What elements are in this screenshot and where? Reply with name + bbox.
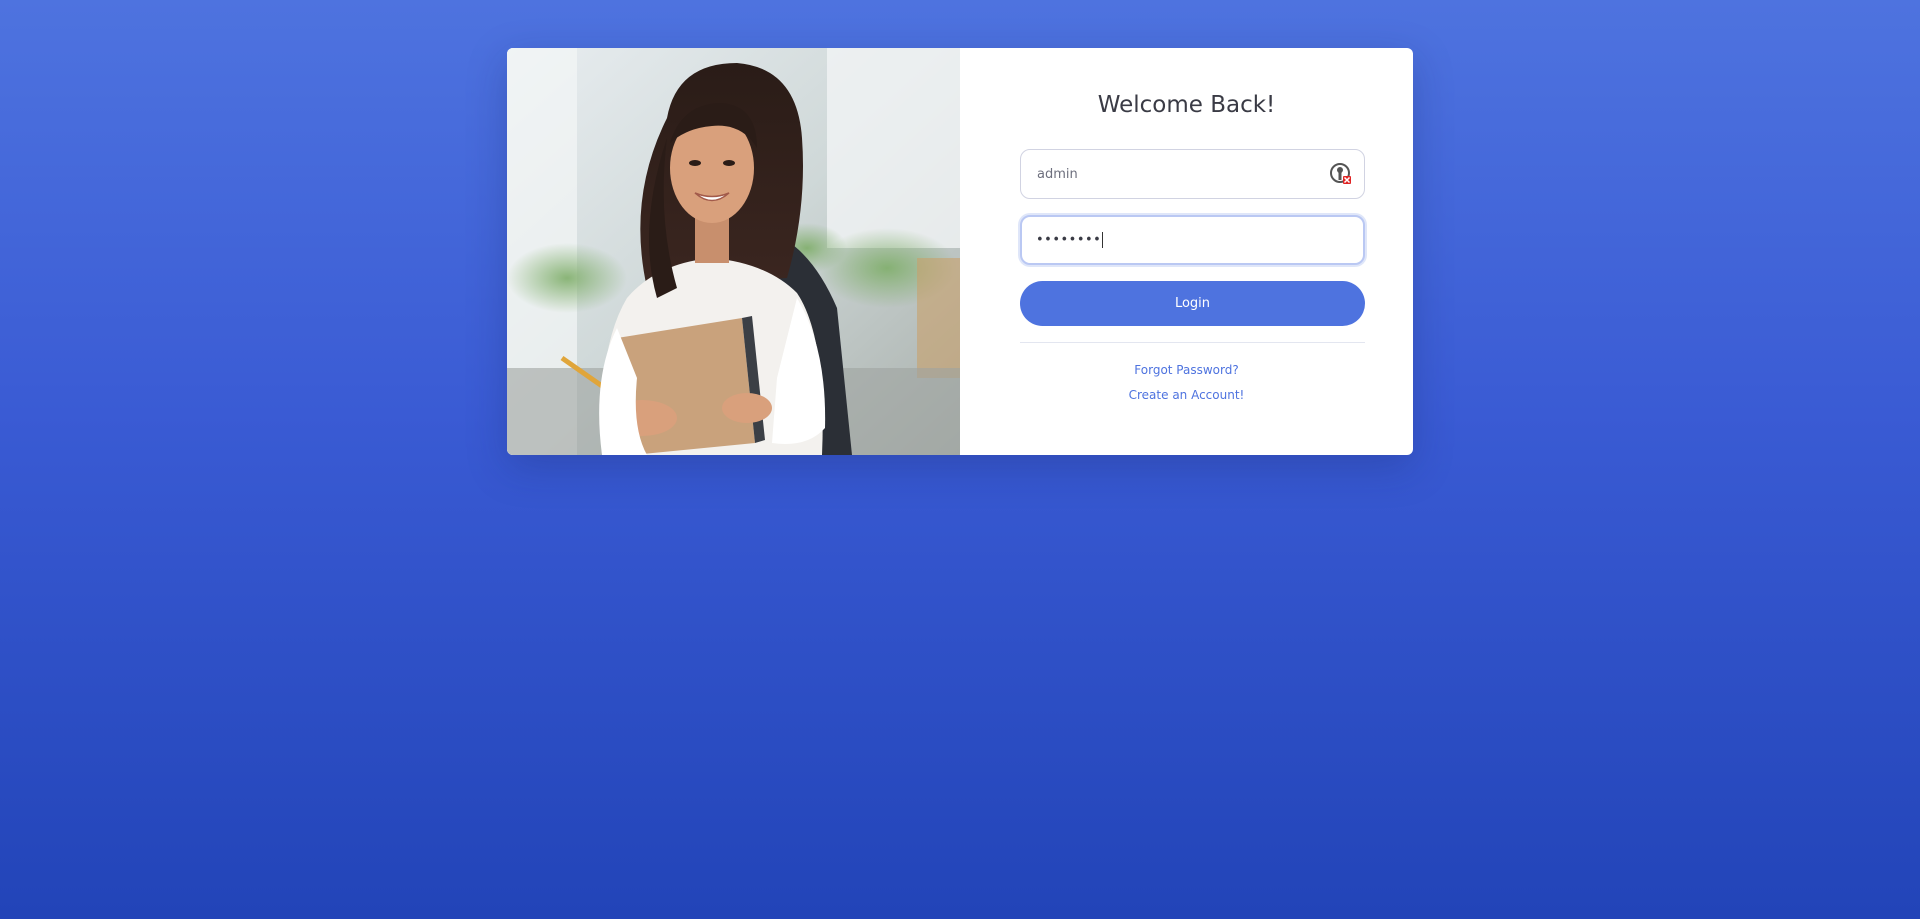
password-manager-icon-graphic bbox=[1330, 163, 1351, 184]
student-photo-illustration bbox=[507, 48, 960, 455]
username-input[interactable] bbox=[1020, 149, 1365, 199]
login-button[interactable]: Login bbox=[1020, 281, 1365, 326]
create-account-link[interactable]: Create an Account! bbox=[960, 388, 1413, 402]
password-masked-value: •••••••• bbox=[1036, 232, 1104, 248]
student-photo bbox=[507, 48, 960, 455]
login-card: Welcome Back! •••••••• Login Forgot Pass… bbox=[507, 48, 1413, 455]
divider bbox=[1020, 342, 1365, 343]
forgot-password-link[interactable]: Forgot Password? bbox=[960, 363, 1413, 377]
text-cursor bbox=[1102, 232, 1104, 248]
welcome-heading: Welcome Back! bbox=[1097, 92, 1276, 118]
login-form-panel: Welcome Back! •••••••• Login Forgot Pass… bbox=[960, 48, 1413, 455]
password-manager-icon[interactable] bbox=[1330, 163, 1352, 185]
